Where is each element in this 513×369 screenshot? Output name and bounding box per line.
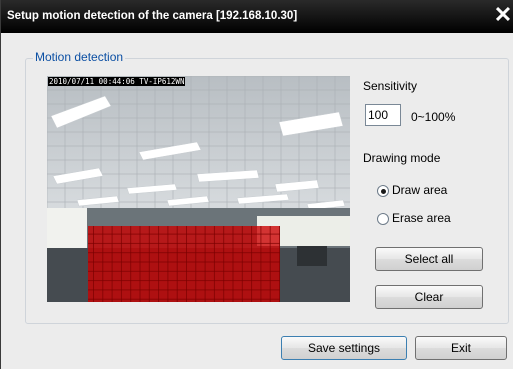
sensitivity-input[interactable] bbox=[365, 104, 401, 126]
radio-draw-area-label[interactable]: Draw area bbox=[392, 183, 447, 197]
motion-detection-dialog: Setup motion detection of the camera [19… bbox=[0, 0, 513, 369]
camera-preview[interactable] bbox=[47, 76, 350, 302]
window-title: Setup motion detection of the camera [19… bbox=[7, 10, 298, 22]
save-settings-button[interactable]: Save settings bbox=[281, 336, 407, 360]
title-bar: Setup motion detection of the camera [19… bbox=[1, 0, 513, 33]
select-all-button[interactable]: Select all bbox=[375, 247, 483, 271]
radio-erase-area-label[interactable]: Erase area bbox=[392, 211, 451, 225]
close-icon[interactable]: ✕ bbox=[492, 4, 513, 28]
camera-osd-timestamp: 2010/07/11 00:44:06 TV-IP612WN bbox=[48, 77, 186, 86]
radio-erase-area-indicator[interactable] bbox=[377, 213, 389, 225]
drawing-mode-label: Drawing mode bbox=[363, 151, 441, 165]
clear-button[interactable]: Clear bbox=[375, 285, 483, 309]
sensitivity-range-label: 0~100% bbox=[411, 110, 456, 124]
group-label: Motion detection bbox=[33, 50, 126, 64]
radio-draw-area-indicator[interactable] bbox=[377, 185, 389, 197]
exit-button[interactable]: Exit bbox=[415, 336, 507, 360]
sensitivity-label: Sensitivity bbox=[363, 79, 418, 93]
